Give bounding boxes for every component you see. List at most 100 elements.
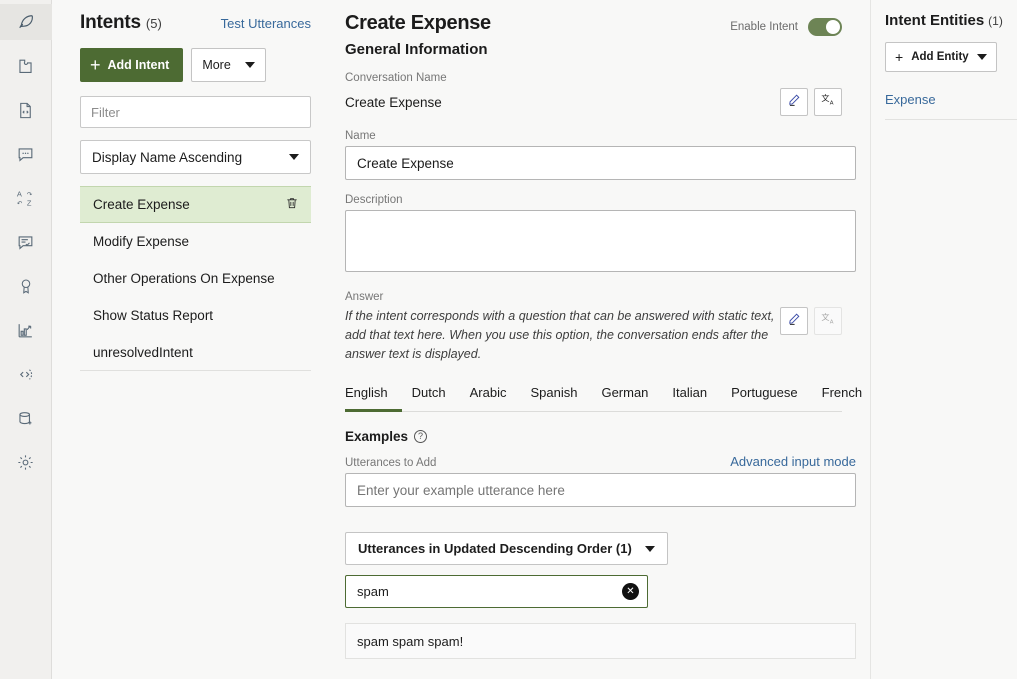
pencil-icon: [787, 93, 801, 112]
edit-conversation-name-button[interactable]: [780, 88, 808, 116]
intents-title-group: Intents (5): [80, 12, 162, 34]
description-textarea[interactable]: [345, 210, 856, 272]
intents-panel: Intents (5) Test Utterances + Add Intent …: [52, 0, 339, 679]
answer-help-text: If the intent corresponds with a questio…: [345, 307, 775, 363]
main-header: Create Expense General Information Enabl…: [345, 12, 842, 58]
translate-icon: 文 A: [821, 311, 836, 331]
add-intent-button[interactable]: + Add Intent: [80, 48, 183, 82]
sort-select[interactable]: Display Name Ascending: [80, 140, 311, 174]
utterances-sort-label: Utterances in Updated Descending Order (…: [358, 541, 632, 556]
rail-item-resource-bundles[interactable]: A ↷ ↶ Z: [0, 180, 52, 216]
list-item[interactable]: Show Status Report: [80, 297, 311, 334]
main-content: Create Expense General Information Enabl…: [339, 0, 870, 679]
intent-entities-title: Intent Entities: [885, 12, 984, 29]
conversation-name-label: Conversation Name: [345, 72, 842, 84]
conversation-name-value: Create Expense: [345, 95, 442, 110]
puzzle-icon: [16, 57, 35, 76]
utterance-input[interactable]: [345, 473, 856, 507]
rail-item-components[interactable]: [0, 48, 52, 84]
intent-label: Modify Expense: [93, 234, 189, 249]
feather-icon: [16, 12, 36, 32]
add-entity-button[interactable]: + Add Entity: [885, 42, 997, 72]
trash-icon[interactable]: [285, 196, 299, 213]
tab-portuguese[interactable]: Portuguese: [731, 385, 812, 412]
gear-icon: [16, 453, 35, 472]
tab-italian[interactable]: Italian: [672, 385, 721, 412]
sort-select-value: Display Name Ascending: [92, 150, 242, 165]
intents-title: Intents: [80, 12, 141, 33]
answer-actions: 文 A: [780, 307, 842, 335]
examples-label: Examples: [345, 429, 408, 444]
chart-trend-icon: [16, 321, 35, 340]
tab-english[interactable]: English: [345, 385, 402, 412]
description-label: Description: [345, 194, 842, 206]
add-intent-label: Add Intent: [108, 58, 170, 72]
api-icon: [16, 365, 35, 384]
svg-text:文: 文: [821, 93, 829, 103]
more-label: More: [202, 58, 230, 72]
svg-text:↷: ↷: [26, 191, 32, 198]
tab-arabic[interactable]: Arabic: [470, 385, 521, 412]
examples-header: Examples ?: [345, 429, 842, 444]
intent-label: Create Expense: [93, 197, 190, 212]
section-title: General Information: [345, 41, 491, 58]
help-icon[interactable]: ?: [414, 430, 427, 443]
list-item[interactable]: Modify Expense: [80, 223, 311, 260]
intent-label: Show Status Report: [93, 308, 213, 323]
toggle-knob: [826, 20, 840, 34]
test-utterances-link[interactable]: Test Utterances: [221, 16, 311, 31]
entity-item-expense[interactable]: Expense: [885, 92, 1017, 120]
file-code-icon: [16, 101, 35, 120]
advanced-input-mode-link[interactable]: Advanced input mode: [730, 454, 856, 469]
rail-item-data[interactable]: [0, 400, 52, 436]
list-item[interactable]: spam spam spam!: [345, 623, 856, 659]
database-add-icon: [16, 409, 35, 428]
utterances-sort-dropdown[interactable]: Utterances in Updated Descending Order (…: [345, 532, 668, 565]
answer-row: If the intent corresponds with a questio…: [345, 307, 842, 363]
tab-german[interactable]: German: [601, 385, 662, 412]
tab-dutch[interactable]: Dutch: [412, 385, 460, 412]
chevron-down-icon: [645, 546, 655, 552]
utterance-search-input[interactable]: [345, 575, 648, 608]
rail-item-flows[interactable]: [0, 92, 52, 128]
intents-button-row: + Add Intent More: [80, 48, 311, 82]
pencil-icon: [787, 312, 801, 331]
svg-text:A: A: [829, 101, 833, 107]
filter-input[interactable]: [80, 96, 311, 128]
plus-icon: +: [90, 56, 101, 74]
rail-item-intents[interactable]: [0, 4, 52, 40]
answer-label: Answer: [345, 291, 842, 303]
app-root: A ↷ ↶ Z: [0, 0, 1017, 679]
list-item[interactable]: unresolvedIntent: [80, 334, 311, 371]
page-title: Create Expense: [345, 12, 491, 35]
rail-item-qanda[interactable]: [0, 224, 52, 260]
rail-item-dialog[interactable]: [0, 136, 52, 172]
rail-item-api-services[interactable]: [0, 356, 52, 392]
conversation-name-row: Create Expense 文 A: [345, 88, 842, 116]
enable-intent-toggle[interactable]: [808, 18, 842, 36]
badge-icon: [17, 277, 35, 295]
intent-entities-panel: Intent Entities(1) + Add Entity Expense: [870, 0, 1017, 679]
plus-icon: +: [895, 49, 903, 65]
list-item[interactable]: Other Operations On Expense: [80, 260, 311, 297]
more-button[interactable]: More: [191, 48, 265, 82]
intent-entities-header: Intent Entities(1): [885, 12, 1017, 30]
translate-answer-button: 文 A: [814, 307, 842, 335]
intents-count: (5): [146, 16, 162, 31]
list-item[interactable]: Create Expense: [80, 186, 311, 223]
edit-answer-button[interactable]: [780, 307, 808, 335]
chat-check-icon: [16, 233, 35, 252]
tab-french[interactable]: French: [822, 385, 870, 412]
tab-spanish[interactable]: Spanish: [530, 385, 591, 412]
rail-item-quality[interactable]: [0, 268, 52, 304]
rail-item-settings[interactable]: [0, 444, 52, 480]
page-title-group: Create Expense General Information: [345, 12, 491, 58]
chevron-down-icon: [977, 54, 987, 60]
name-input[interactable]: [345, 146, 856, 180]
enable-intent-group: Enable Intent: [730, 12, 842, 36]
add-entity-label: Add Entity: [911, 51, 969, 63]
rail-item-insights[interactable]: [0, 312, 52, 348]
language-tabs: English Dutch Arabic Spanish German Ital…: [345, 385, 842, 412]
translate-conversation-name-button[interactable]: 文 A: [814, 88, 842, 116]
chat-icon: [16, 145, 35, 164]
